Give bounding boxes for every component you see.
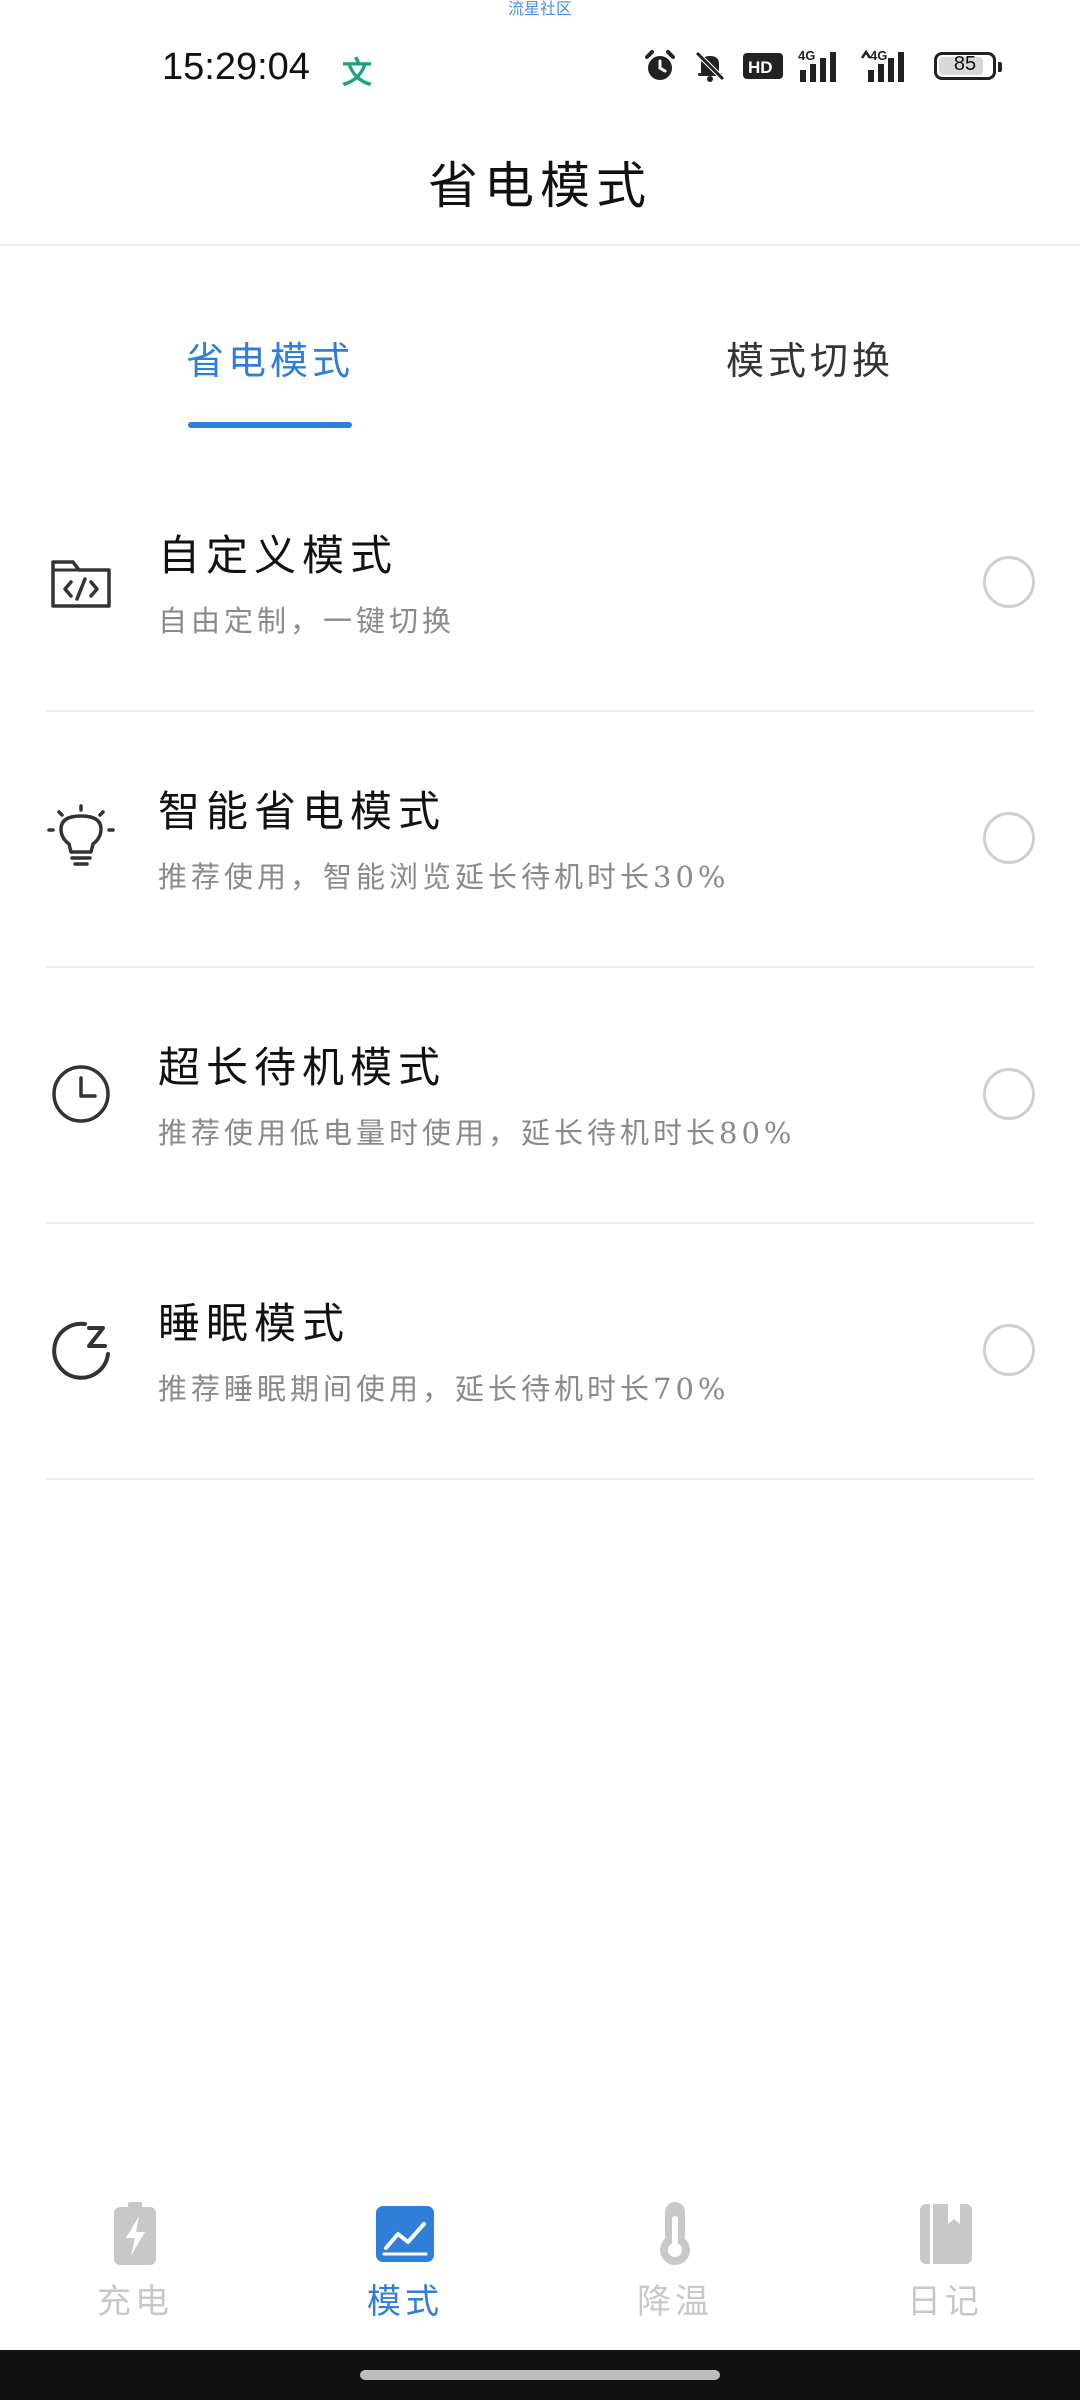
network-label-1: 4G bbox=[798, 48, 815, 63]
mute-bell-icon bbox=[692, 48, 728, 84]
battery-level: 85 bbox=[953, 53, 977, 75]
nav-item-charge[interactable]: 充电 bbox=[35, 2190, 235, 2323]
tab-active-indicator bbox=[188, 422, 352, 428]
mode-item-sleep[interactable]: 睡眠模式 推荐睡眠期间使用，延长待机时长70% bbox=[45, 1224, 1035, 1480]
mode-description: 推荐睡眠期间使用，延长待机时长70% bbox=[158, 1372, 730, 1406]
battery-charge-icon bbox=[114, 2202, 156, 2265]
signal-4g-icon-2: 4G bbox=[860, 48, 914, 84]
status-icons: HD 4G 4G 85 bbox=[642, 48, 1002, 84]
mode-description: 推荐使用，智能浏览延长待机时长30% bbox=[158, 860, 730, 894]
thermometer-icon bbox=[660, 2202, 690, 2265]
tab-mode-switch[interactable]: 模式切换 bbox=[670, 330, 950, 385]
mode-list: 自定义模式 自由定制，一键切换 智能省电模式 推荐使用，智能浏览延长待机时长30… bbox=[0, 456, 1080, 1480]
mode-title: 超长待机模式 bbox=[158, 1043, 447, 1092]
mode-description: 自由定制，一键切换 bbox=[158, 604, 456, 638]
chart-image-icon bbox=[376, 2206, 434, 2262]
hd-label: HD bbox=[748, 58, 773, 77]
clock-icon bbox=[52, 1065, 110, 1123]
tab-power-saving[interactable]: 省电模式 bbox=[130, 330, 410, 385]
mode-item-custom[interactable]: 自定义模式 自由定制，一键切换 bbox=[45, 456, 1035, 712]
mode-item-smart[interactable]: 智能省电模式 推荐使用，智能浏览延长待机时长30% bbox=[45, 712, 1035, 968]
mode-title: 睡眠模式 bbox=[158, 1299, 351, 1348]
page-header: 省电模式 bbox=[0, 120, 1080, 246]
notebook-icon bbox=[920, 2204, 972, 2264]
nav-label: 降温 bbox=[637, 2282, 713, 2322]
moon-sleep-icon bbox=[52, 1321, 110, 1380]
signal-4g-icon: 4G bbox=[798, 48, 846, 84]
mode-title: 自定义模式 bbox=[158, 531, 399, 580]
mode-radio-long-standby[interactable] bbox=[983, 1068, 1035, 1120]
nav-item-diary[interactable]: 日记 bbox=[845, 2190, 1045, 2323]
tab-bar: 省电模式 模式切换 bbox=[0, 330, 1080, 430]
input-method-indicator: 文 bbox=[342, 56, 372, 91]
mode-description: 推荐使用低电量时使用，延长待机时长80% bbox=[158, 1116, 796, 1150]
nav-item-cooling[interactable]: 降温 bbox=[575, 2190, 775, 2323]
app-screen: 流星社区 15:29:04 文 HD 4G 4G 85 省电模式 省电模式 模式… bbox=[0, 0, 1080, 2400]
mode-title: 智能省电模式 bbox=[158, 787, 447, 836]
nav-label: 充电 bbox=[97, 2282, 173, 2322]
mode-radio-custom[interactable] bbox=[983, 556, 1035, 608]
nav-label: 模式 bbox=[367, 2282, 443, 2322]
folder-code-icon bbox=[51, 560, 111, 608]
battery-cap bbox=[998, 62, 1002, 72]
home-gesture-handle[interactable] bbox=[360, 2370, 720, 2380]
status-time: 15:29:04 bbox=[162, 46, 310, 88]
bottom-nav: 充电 模式 降温 日记 bbox=[0, 2190, 1080, 2350]
page-title: 省电模式 bbox=[428, 157, 652, 215]
nav-label: 日记 bbox=[907, 2282, 983, 2322]
mode-item-long-standby[interactable]: 超长待机模式 推荐使用低电量时使用，延长待机时长80% bbox=[45, 968, 1035, 1224]
alarm-icon bbox=[642, 48, 678, 84]
mode-radio-sleep[interactable] bbox=[983, 1324, 1035, 1376]
status-bar: 15:29:04 文 HD 4G 4G 85 bbox=[0, 40, 1080, 100]
watermark-text: 流星社区 bbox=[507, 0, 572, 18]
network-label-2: 4G bbox=[870, 48, 887, 63]
lightbulb-icon bbox=[47, 804, 115, 866]
system-gesture-bar bbox=[0, 2350, 1080, 2400]
mode-radio-smart[interactable] bbox=[983, 812, 1035, 864]
nav-item-mode[interactable]: 模式 bbox=[305, 2190, 505, 2323]
battery-icon: 85 bbox=[934, 52, 1002, 80]
hd-icon: HD bbox=[742, 51, 784, 81]
